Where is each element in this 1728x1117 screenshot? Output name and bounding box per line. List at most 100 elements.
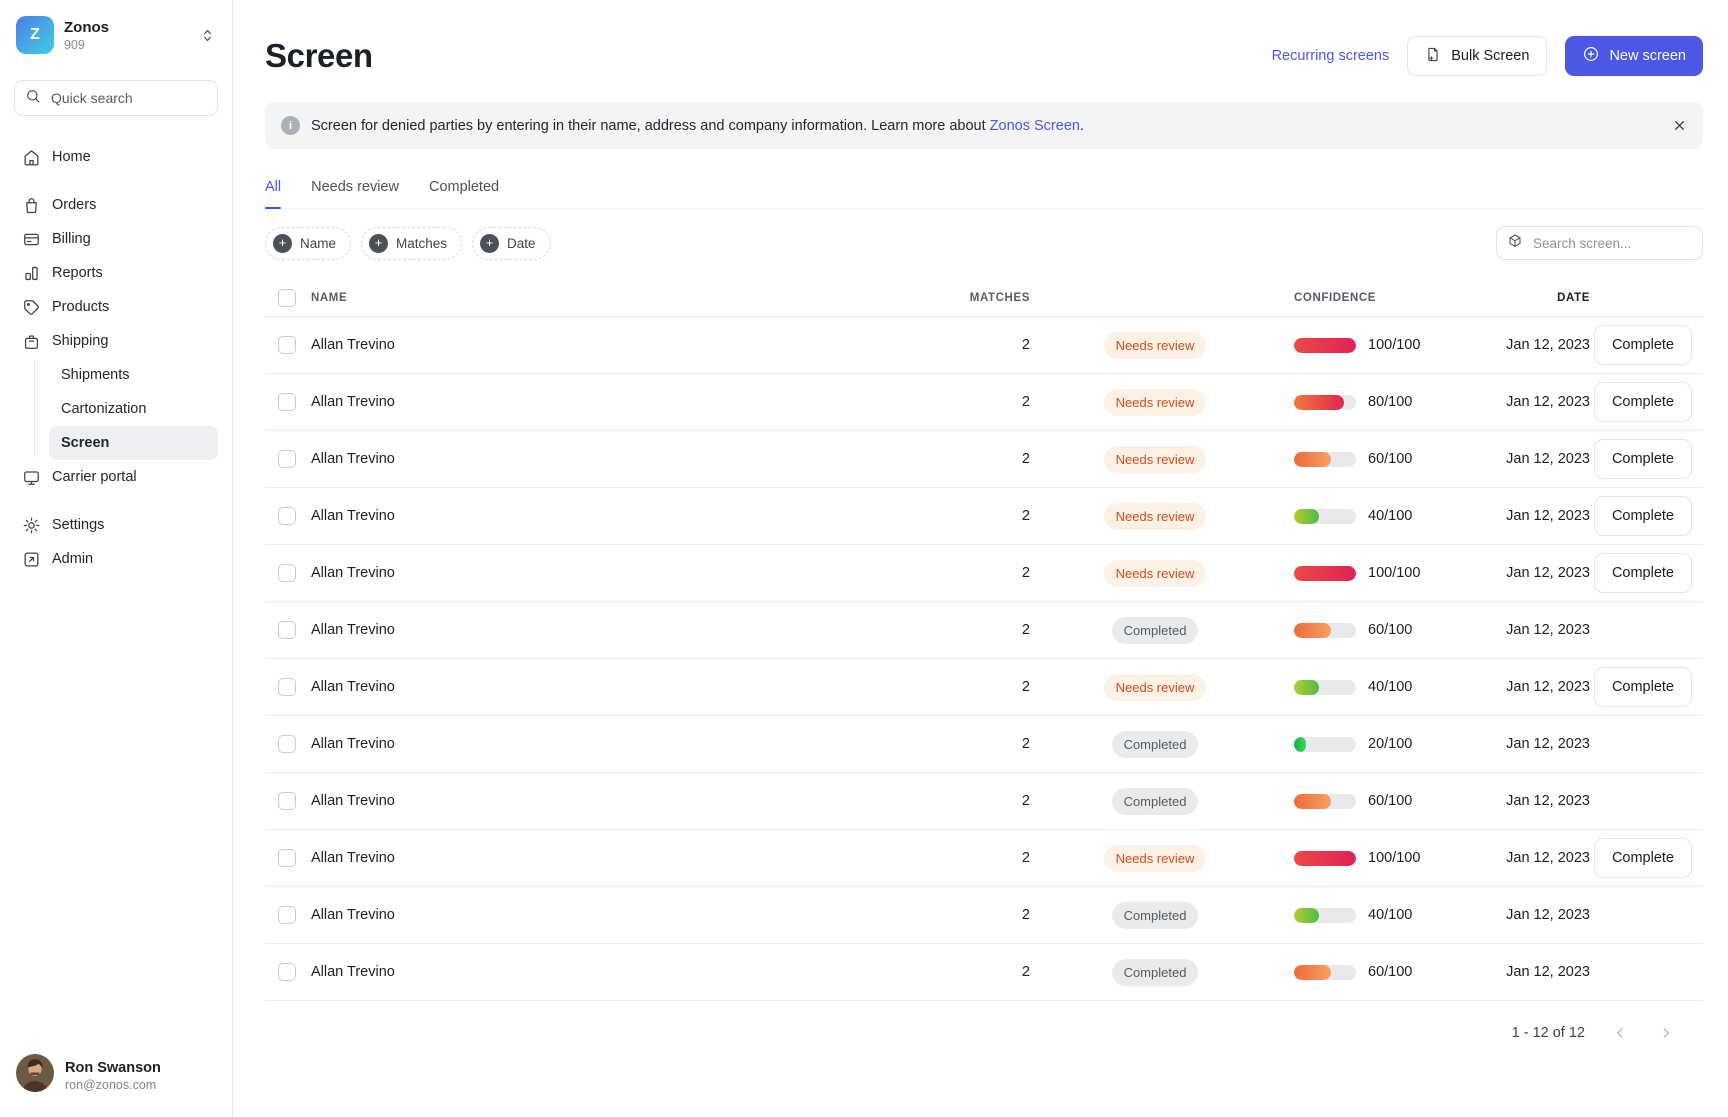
status-badge: Needs review [1104,332,1207,359]
filter-date[interactable]: +Date [472,227,551,260]
sidebar-item-orders[interactable]: Orders [14,188,218,222]
pagination-label: 1 - 12 of 12 [1512,1025,1585,1041]
status-badge: Completed [1112,731,1199,758]
filter-matches[interactable]: +Matches [361,227,462,260]
screen-search[interactable] [1496,226,1703,260]
select-all-checkbox[interactable] [278,289,296,307]
complete-button[interactable]: Complete [1594,325,1692,365]
row-matches: 2 [960,622,1030,638]
sidebar-item-settings[interactable]: Settings [14,508,218,542]
table-row: Allan Trevino 2 Needs review 40/100 Jan … [265,488,1703,545]
complete-button[interactable]: Complete [1594,838,1692,878]
org-switcher[interactable]: Z Zonos 909 [14,14,218,56]
row-checkbox[interactable] [278,507,296,525]
external-link-icon [22,550,41,569]
confidence-value: 100/100 [1368,565,1420,581]
tab-needs-review[interactable]: Needs review [311,179,399,208]
shipping-subnav: Shipments Cartonization Screen [34,358,218,460]
row-checkbox[interactable] [278,621,296,639]
zonos-screen-link[interactable]: Zonos Screen [990,118,1080,134]
sidebar-item-reports[interactable]: Reports [14,256,218,290]
chevron-up-down-icon[interactable] [199,27,216,44]
confidence-value: 100/100 [1368,337,1420,353]
sidebar-item-label: Shipping [52,333,108,349]
search-icon [25,88,41,109]
complete-button[interactable]: Complete [1594,439,1692,479]
row-checkbox[interactable] [278,336,296,354]
sidebar-item-cartonization[interactable]: Cartonization [49,392,218,426]
chevron-right-icon[interactable] [1643,1025,1689,1041]
tab-completed[interactable]: Completed [429,179,499,208]
confidence-bar [1294,680,1356,695]
row-confidence: 60/100 [1280,622,1460,638]
row-checkbox[interactable] [278,393,296,411]
confidence-bar-fill [1294,908,1319,923]
column-header-date: DATE [1460,292,1590,304]
complete-button[interactable]: Complete [1594,553,1692,593]
table-row: Allan Trevino 2 Needs review 80/100 Jan … [265,374,1703,431]
row-confidence: 40/100 [1280,907,1460,923]
confidence-bar [1294,623,1356,638]
row-name: Allan Trevino [311,793,960,809]
row-confidence: 60/100 [1280,793,1460,809]
row-date: Jan 12, 2023 [1460,565,1590,581]
complete-button[interactable]: Complete [1594,496,1692,536]
filter-name[interactable]: +Name [265,227,351,260]
shopping-bag-icon [22,196,41,215]
row-checkbox[interactable] [278,678,296,696]
row-checkbox[interactable] [278,735,296,753]
sidebar-item-shipping[interactable]: Shipping [14,324,218,358]
close-icon[interactable] [1672,118,1687,133]
sidebar-item-label: Reports [52,265,103,281]
user-name: Ron Swanson [65,1060,161,1076]
sidebar-item-label: Home [52,149,91,165]
status-badge: Needs review [1104,389,1207,416]
status-badge: Completed [1112,902,1199,929]
row-name: Allan Trevino [311,565,960,581]
chevron-left-icon[interactable] [1597,1025,1643,1041]
screen-search-input[interactable] [1531,235,1692,252]
plus-icon: + [273,234,292,253]
row-name: Allan Trevino [311,907,960,923]
row-date: Jan 12, 2023 [1460,508,1590,524]
table-row: Allan Trevino 2 Completed 20/100 Jan 12,… [265,716,1703,773]
row-date: Jan 12, 2023 [1460,622,1590,638]
sidebar-item-billing[interactable]: Billing [14,222,218,256]
row-matches: 2 [960,793,1030,809]
sidebar-item-products[interactable]: Products [14,290,218,324]
complete-button[interactable]: Complete [1594,667,1692,707]
row-checkbox[interactable] [278,564,296,582]
row-checkbox[interactable] [278,906,296,924]
document-plus-icon [1425,46,1442,67]
row-matches: 2 [960,679,1030,695]
row-checkbox[interactable] [278,450,296,468]
quick-search[interactable] [14,80,218,116]
row-confidence: 100/100 [1280,565,1460,581]
main-content: Screen Recurring screens Bulk Screen New… [233,0,1728,1117]
sidebar-item-carrier-portal[interactable]: Carrier portal [14,460,218,494]
complete-button[interactable]: Complete [1594,382,1692,422]
sidebar-item-admin[interactable]: Admin [14,542,218,576]
sidebar-item-label: Billing [52,231,91,247]
confidence-value: 100/100 [1368,850,1420,866]
user-menu[interactable]: Ron Swanson ron@zonos.com [14,1050,218,1101]
info-icon: i [281,116,300,135]
status-badge: Needs review [1104,446,1207,473]
quick-search-input[interactable] [49,89,207,107]
new-screen-button[interactable]: New screen [1565,36,1703,76]
sidebar-item-label: Screen [61,435,109,451]
sidebar-item-home[interactable]: Home [14,140,218,174]
recurring-screens-link[interactable]: Recurring screens [1272,48,1390,64]
row-checkbox[interactable] [278,849,296,867]
table-row: Allan Trevino 2 Needs review 100/100 Jan… [265,545,1703,602]
row-checkbox[interactable] [278,963,296,981]
bulk-screen-button[interactable]: Bulk Screen [1407,36,1547,76]
confidence-bar [1294,395,1356,410]
table-row: Allan Trevino 2 Needs review 40/100 Jan … [265,659,1703,716]
row-date: Jan 12, 2023 [1460,964,1590,980]
sidebar-item-shipments[interactable]: Shipments [49,358,218,392]
tab-all[interactable]: All [265,179,281,208]
sidebar-item-screen[interactable]: Screen [49,426,218,460]
row-date: Jan 12, 2023 [1460,736,1590,752]
row-checkbox[interactable] [278,792,296,810]
